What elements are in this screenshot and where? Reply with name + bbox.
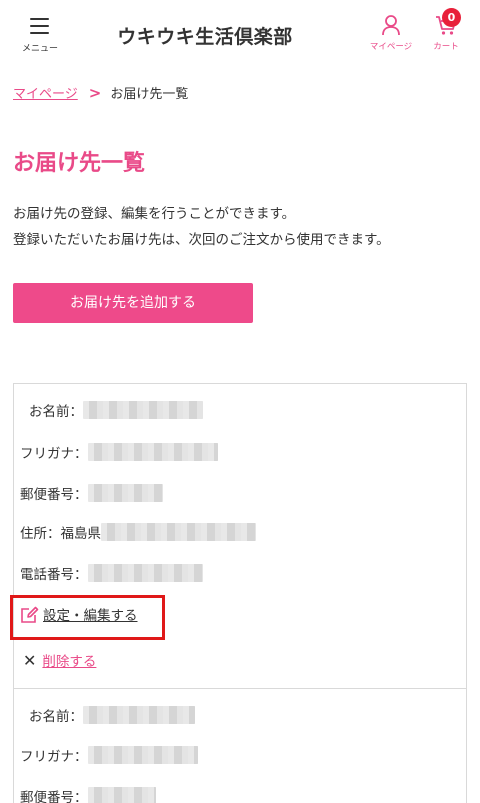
- kana-label: フリガナ：: [20, 446, 88, 462]
- redacted-value: [87, 484, 163, 502]
- name-field: お名前：: [29, 400, 203, 420]
- edit-address-link[interactable]: 設定・編集する: [20, 604, 138, 624]
- redacted-value: [87, 787, 156, 803]
- add-address-button[interactable]: お届け先を追加する: [13, 283, 253, 323]
- redacted-value: [83, 401, 203, 419]
- zip-field: 郵便番号：: [20, 483, 163, 503]
- hamburger-icon: [30, 18, 49, 34]
- address-field: 住所：福島県: [20, 522, 256, 542]
- mypage-button[interactable]: マイページ: [367, 14, 415, 58]
- phone-label: 電話番号：: [20, 567, 88, 583]
- zip-label: 郵便番号：: [20, 790, 88, 803]
- user-icon: [382, 15, 400, 36]
- delete-address-label: 削除する: [42, 654, 97, 670]
- breadcrumb: マイページ > お届け先一覧: [13, 83, 189, 103]
- edit-icon: [21, 606, 39, 623]
- cart-count-badge: 0: [442, 8, 461, 27]
- page-title: お届け先一覧: [13, 151, 146, 176]
- name-label: お名前：: [29, 709, 83, 725]
- breadcrumb-mypage-link[interactable]: マイページ: [13, 83, 78, 102]
- mypage-label: マイページ: [369, 42, 413, 52]
- address-card: お名前： フリガナ： 郵便番号： 住所：福島県 電話番号： 設定・編集する ✕ …: [13, 383, 467, 689]
- header: メニュー ウキウキ生活倶楽部 マイページ 0 カート: [0, 0, 480, 66]
- redacted-value: [83, 706, 195, 724]
- zip-field: 郵便番号：: [20, 786, 156, 803]
- name-label: お名前：: [29, 404, 83, 420]
- redacted-value: [101, 523, 256, 541]
- kana-field: フリガナ：: [20, 442, 218, 462]
- breadcrumb-current: お届け先一覧: [110, 87, 189, 102]
- edit-address-label: 設定・編集する: [43, 608, 138, 624]
- intro-line-1: お届け先の登録、編集を行うことができます。: [13, 206, 296, 222]
- cart-label: カート: [433, 42, 459, 52]
- redacted-value: [87, 564, 203, 582]
- phone-field: 電話番号：: [20, 563, 203, 583]
- redacted-value: [87, 746, 198, 764]
- zip-label: 郵便番号：: [20, 487, 88, 503]
- menu-button[interactable]: メニュー: [18, 14, 62, 56]
- address-card: お名前： フリガナ： 郵便番号：: [13, 688, 467, 803]
- breadcrumb-separator: >: [88, 83, 102, 102]
- kana-label: フリガナ：: [20, 749, 88, 765]
- cart-button[interactable]: 0 カート: [422, 8, 470, 58]
- delete-address-link[interactable]: ✕ 削除する: [23, 650, 97, 671]
- name-field: お名前：: [29, 705, 195, 725]
- close-icon: ✕: [23, 650, 37, 670]
- kana-field: フリガナ：: [20, 745, 198, 765]
- redacted-value: [87, 443, 218, 461]
- intro-text: お届け先の登録、編集を行うことができます。 登録いただいたお届け先は、次回のご注…: [13, 201, 473, 253]
- address-label: 住所：福島県: [20, 526, 101, 542]
- menu-label: メニュー: [21, 44, 58, 54]
- site-logo[interactable]: ウキウキ生活倶楽部: [100, 22, 310, 49]
- intro-line-2: 登録いただいたお届け先は、次回のご注文から使用できます。: [13, 232, 390, 248]
